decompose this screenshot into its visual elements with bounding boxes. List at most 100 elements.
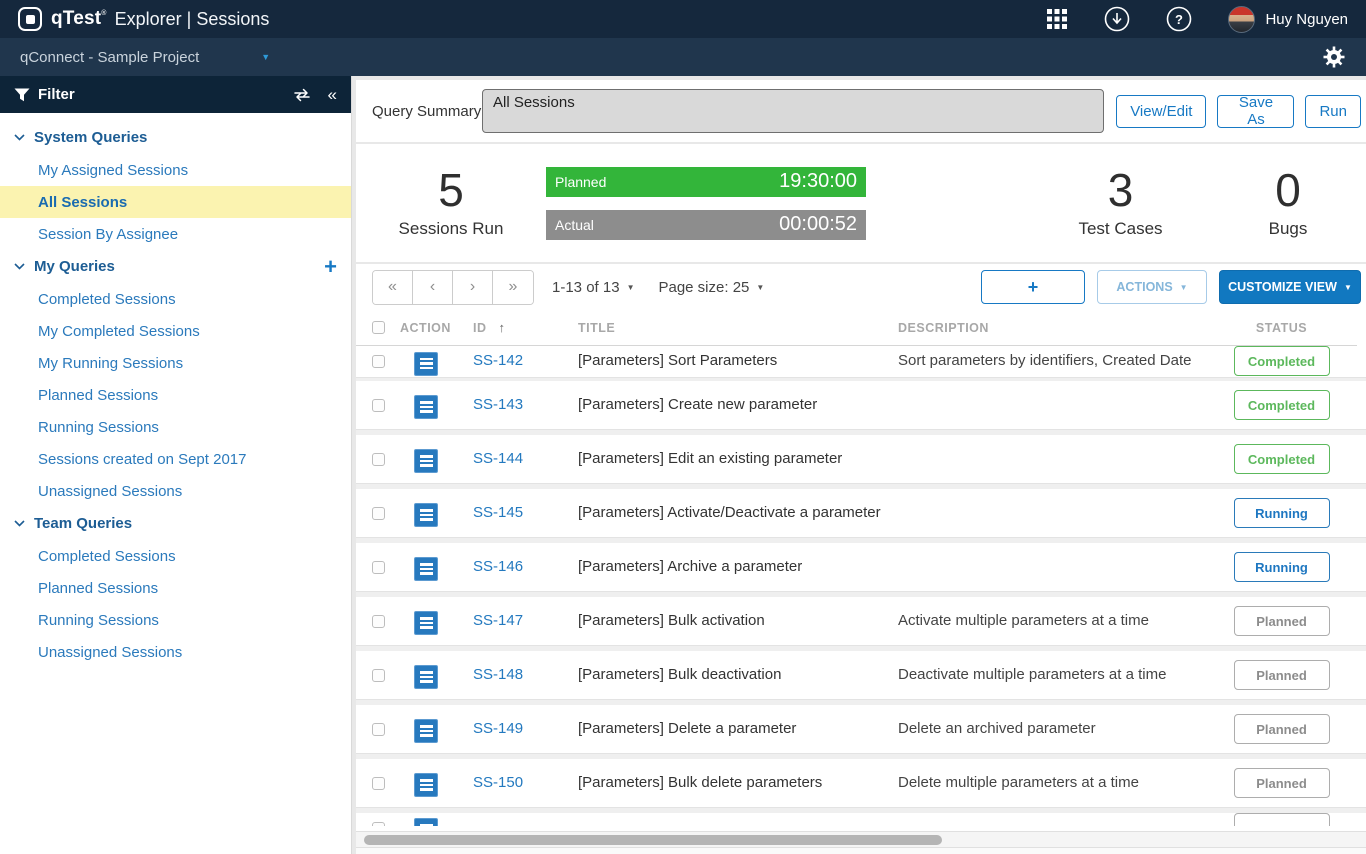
session-description: Delete an archived parameter [898, 720, 1096, 737]
session-id-link[interactable]: SS-150 [473, 774, 523, 791]
page-size-dropdown[interactable]: Page size: 25▼ [658, 279, 764, 296]
actions-dropdown-button[interactable]: ACTIONS▼ [1097, 270, 1207, 304]
caret-down-icon: ▼ [1180, 283, 1188, 292]
session-id-link[interactable]: SS-144 [473, 450, 523, 467]
main-content: Query Summary All Sessions View/Edit Sav… [352, 76, 1366, 854]
row-action-menu-button[interactable] [414, 665, 438, 689]
query-summary-input[interactable]: All Sessions [482, 89, 1104, 133]
column-header-action: ACTION [400, 321, 456, 335]
row-checkbox[interactable] [372, 822, 385, 827]
chevron-down-icon [14, 520, 25, 527]
customize-view-button[interactable]: CUSTOMIZE VIEW▼ [1219, 270, 1361, 304]
stats-panel: 5 Sessions Run Planned 19:30:00 Actual 0… [356, 144, 1366, 262]
sidebar-query-item[interactable]: Unassigned Sessions [0, 636, 351, 668]
row-action-menu-button[interactable] [414, 449, 438, 473]
last-page-button[interactable]: » [493, 271, 533, 304]
next-page-button[interactable]: › [453, 271, 493, 304]
session-id-link[interactable]: SS-146 [473, 558, 523, 575]
project-caret-icon[interactable]: ▼ [261, 52, 270, 62]
row-checkbox[interactable] [372, 507, 385, 520]
view-edit-button[interactable]: View/Edit [1116, 95, 1206, 128]
run-button[interactable]: Run [1305, 95, 1361, 128]
filter-label: Filter [38, 86, 75, 103]
download-icon[interactable] [1104, 6, 1130, 32]
bugs-label: Bugs [1269, 219, 1308, 239]
sidebar-query-item[interactable]: Running Sessions [0, 411, 351, 443]
row-action-menu-button[interactable] [414, 395, 438, 419]
sidebar-section-header[interactable]: System Queries + [0, 121, 351, 154]
sort-ascending-icon[interactable]: ↑ [499, 320, 506, 335]
app-grid-icon[interactable] [1046, 8, 1068, 30]
row-checkbox[interactable] [372, 561, 385, 574]
session-id-link[interactable]: SS-147 [473, 612, 523, 629]
sidebar-query-item[interactable]: Planned Sessions [0, 379, 351, 411]
row-action-menu-button[interactable] [414, 818, 438, 826]
column-header-title[interactable]: TITLE [566, 321, 886, 335]
range-dropdown[interactable]: 1-13 of 13▼ [552, 279, 634, 296]
sidebar-query-item[interactable]: My Running Sessions [0, 347, 351, 379]
sidebar-query-item[interactable]: My Assigned Sessions [0, 154, 351, 186]
settings-gear-icon[interactable] [1322, 45, 1346, 69]
prev-page-button[interactable]: ‹ [413, 271, 453, 304]
sidebar-query-item[interactable]: Sessions created on Sept 2017 [0, 443, 351, 475]
row-checkbox[interactable] [372, 453, 385, 466]
actual-label: Actual [555, 217, 594, 233]
user-avatar[interactable] [1228, 6, 1255, 33]
column-header-description[interactable]: DESCRIPTION [886, 321, 1206, 335]
save-as-button[interactable]: Save As [1217, 95, 1294, 128]
status-badge [1234, 813, 1330, 826]
sidebar-section-label: System Queries [34, 129, 147, 146]
sidebar-query-item[interactable]: Completed Sessions [0, 283, 351, 315]
status-badge: Running [1234, 498, 1330, 528]
add-session-button[interactable]: + [981, 270, 1085, 304]
row-checkbox[interactable] [372, 615, 385, 628]
sidebar-query-item[interactable]: Completed Sessions [0, 540, 351, 572]
table-row: SS-148 [Parameters] Bulk deactivation De… [356, 651, 1366, 705]
row-action-menu-button[interactable] [414, 503, 438, 527]
sidebar-section: My Queries + Completed Sessions My Compl… [0, 250, 351, 507]
session-description: Delete multiple parameters at a time [898, 774, 1139, 791]
first-page-button[interactable]: « [373, 271, 413, 304]
session-id-link[interactable]: SS-142 [473, 352, 523, 369]
chevron-down-icon [14, 263, 25, 270]
row-checkbox[interactable] [372, 355, 385, 368]
select-all-checkbox[interactable] [372, 321, 385, 334]
row-checkbox[interactable] [372, 723, 385, 736]
row-action-menu-button[interactable] [414, 557, 438, 581]
add-query-icon[interactable]: + [324, 256, 337, 278]
time-bars: Planned 19:30:00 Actual 00:00:52 [546, 167, 866, 240]
help-icon[interactable]: ? [1166, 6, 1192, 32]
session-id-link[interactable]: SS-143 [473, 396, 523, 413]
row-action-menu-button[interactable] [414, 352, 438, 376]
sidebar-query-item[interactable]: Running Sessions [0, 604, 351, 636]
sidebar-query-item[interactable]: My Completed Sessions [0, 315, 351, 347]
project-bar: qConnect - Sample Project ▼ [0, 38, 1366, 76]
row-checkbox[interactable] [372, 399, 385, 412]
row-action-menu-button[interactable] [414, 611, 438, 635]
user-menu[interactable]: Huy Nguyen [1228, 6, 1348, 33]
sidebar-section-header[interactable]: Team Queries + [0, 507, 351, 540]
session-id-link[interactable]: SS-148 [473, 666, 523, 683]
sidebar-query-item[interactable]: All Sessions [0, 186, 351, 218]
row-action-menu-button[interactable] [414, 773, 438, 797]
sessions-run-label: Sessions Run [399, 219, 504, 239]
collapse-sidebar-icon[interactable]: « [328, 86, 337, 103]
row-action-menu-button[interactable] [414, 719, 438, 743]
sidebar-query-item[interactable]: Unassigned Sessions [0, 475, 351, 507]
refresh-icon[interactable] [292, 87, 312, 103]
sidebar-query-item[interactable]: Session By Assignee [0, 218, 351, 250]
sidebar-section-header[interactable]: My Queries + [0, 250, 351, 283]
bugs-stat: 0 Bugs [1213, 167, 1363, 239]
sessions-table-panel: « ‹ › » 1-13 of 13▼ Page size: 25▼ + ACT… [356, 264, 1366, 854]
bugs-value: 0 [1275, 167, 1301, 213]
sessions-run-value: 5 [438, 167, 464, 213]
row-checkbox[interactable] [372, 777, 385, 790]
column-header-id[interactable]: ID↑ [456, 320, 566, 335]
column-header-status[interactable]: STATUS [1206, 321, 1357, 335]
row-checkbox[interactable] [372, 669, 385, 682]
project-selector[interactable]: qConnect - Sample Project [20, 49, 199, 66]
session-id-link[interactable]: SS-145 [473, 504, 523, 521]
sidebar-query-item[interactable]: Planned Sessions [0, 572, 351, 604]
session-id-link[interactable]: SS-149 [473, 720, 523, 737]
session-description: Activate multiple parameters at a time [898, 612, 1149, 629]
